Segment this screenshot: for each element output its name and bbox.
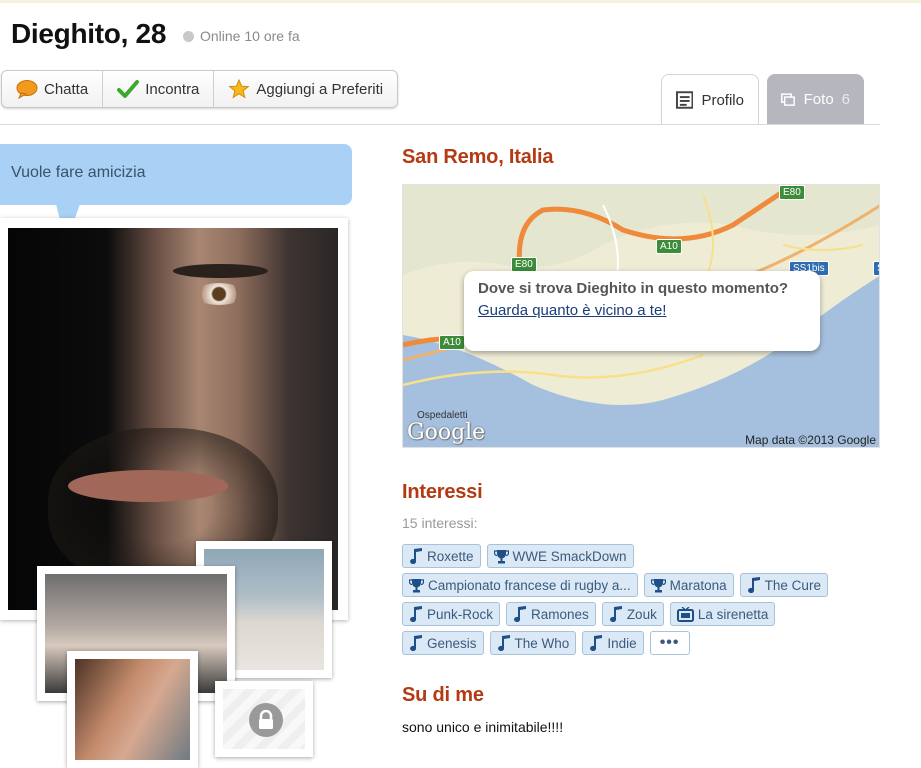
more-interests-button[interactable]: ••• (649, 631, 690, 655)
locked-photo-thumbnail[interactable] (215, 681, 313, 757)
action-bar: Chatta Incontra Aggiungi a Preferiti (1, 70, 399, 108)
tab-photos-count: 6 (841, 91, 850, 108)
online-status-text: Online 10 ore fa (200, 28, 300, 44)
interest-tag[interactable]: Ramones (506, 602, 596, 626)
map-road-label: S (873, 261, 879, 276)
interest-tag-label: La sirenetta (697, 606, 769, 622)
tv-icon (676, 606, 694, 622)
map-road-label: E80 (511, 257, 537, 272)
add-favorites-button[interactable]: Aggiungi a Preferiti (214, 71, 397, 107)
about-heading: Su di me (402, 684, 484, 706)
interests-heading: Interessi (402, 481, 483, 503)
star-icon (228, 79, 251, 99)
music-note-icon (747, 577, 761, 593)
about-text: sono unico e inimitabile!!!! (402, 719, 564, 735)
interest-tag-label: Punk-Rock (427, 606, 494, 622)
top-border (0, 0, 921, 3)
interest-tag[interactable]: Indie (582, 631, 644, 655)
music-note-icon (513, 606, 527, 622)
interest-tag-label: Ramones (531, 606, 589, 622)
tab-profile[interactable]: Profilo (661, 74, 759, 125)
map-road-label: A10 (656, 239, 682, 254)
profile-card-icon (676, 91, 694, 109)
music-note-icon (409, 635, 423, 651)
intent-text: Vuole fare amicizia (11, 164, 146, 181)
photo-detail (68, 470, 228, 502)
interest-row: Roxette WWE SmackDown (402, 544, 877, 568)
trophy-icon (493, 549, 509, 564)
add-favorites-label: Aggiungi a Preferiti (256, 80, 384, 98)
tab-profile-label: Profilo (701, 91, 744, 109)
interest-tag[interactable]: Roxette (402, 544, 481, 568)
trophy-icon (650, 578, 666, 593)
interest-tag-label: Roxette (427, 548, 474, 564)
interest-tag-label: Maratona (669, 577, 727, 593)
page-title: Dieghito, 28 (11, 18, 167, 49)
location-heading: San Remo, Italia (402, 146, 554, 168)
interest-tag[interactable]: The Cure (739, 573, 828, 597)
interest-tag[interactable]: Zouk (601, 602, 664, 626)
thumbnail-image (223, 689, 305, 749)
map-info-popup: Dove si trova Dieghito in questo momento… (464, 271, 820, 351)
meet-button[interactable]: Incontra (103, 71, 215, 107)
music-note-icon (609, 606, 623, 622)
interest-tag[interactable]: Maratona (643, 573, 734, 597)
interest-tag[interactable]: Punk-Rock (402, 602, 501, 626)
map-road-label: E80 (779, 185, 805, 200)
interests-list: Roxette WWE SmackDown Campionato francese … (402, 544, 877, 660)
interest-tag-label: The Cure (764, 577, 821, 593)
interest-tag-label: Indie (607, 635, 637, 651)
chat-bubble-icon (16, 80, 38, 99)
map-popup-question: Dove si trova Dieghito in questo momento… (478, 280, 789, 297)
interest-row: Genesis The Who Indie ••• (402, 631, 877, 655)
photos-icon (781, 92, 795, 106)
music-note-icon (497, 635, 511, 651)
tab-photos[interactable]: Foto 6 (767, 74, 864, 125)
online-status: Online 10 ore fa (183, 28, 300, 44)
interest-tag[interactable]: Campionato francese di rugby a... (402, 573, 638, 597)
map-copyright: Map data ©2013 Google (745, 433, 876, 447)
interest-tag-label: Campionato francese di rugby a... (428, 577, 631, 593)
photo-detail (193, 283, 245, 305)
music-note-icon (589, 635, 603, 651)
music-note-icon (409, 606, 423, 622)
trophy-icon (409, 578, 424, 593)
map-road-label: A10 (439, 335, 465, 350)
interest-tag[interactable]: Genesis (402, 631, 484, 655)
interest-row: Campionato francese di rugby a... Maraton… (402, 573, 877, 597)
interest-tag-label: WWE SmackDown (512, 548, 627, 564)
checkmark-icon (117, 80, 140, 98)
interest-tag-label: The Who (514, 635, 570, 651)
intent-bubble: Vuole fare amicizia (0, 144, 352, 205)
location-map[interactable]: E80 A10 SS1bis Ospedaletti E80 A10 S Dov… (402, 184, 880, 448)
map-provider-logo: Google (407, 420, 486, 445)
tab-divider (0, 124, 880, 125)
lock-icon (249, 703, 283, 737)
interests-count: 15 interessi: (402, 515, 478, 531)
map-popup-link[interactable]: Guarda quanto è vicino a te! (478, 300, 806, 322)
interest-tag-label: Zouk (626, 606, 657, 622)
interest-tag[interactable]: The Who (489, 631, 577, 655)
chat-button[interactable]: Chatta (2, 71, 104, 107)
photo-detail (173, 264, 268, 278)
interest-tag-label: Genesis (427, 635, 477, 651)
music-note-icon (409, 548, 423, 564)
interest-row: Punk-Rock Ramones Zouk La sirenetta (402, 602, 877, 626)
interest-tag[interactable]: La sirenetta (669, 602, 776, 626)
thumbnail-image (75, 659, 190, 760)
interest-tag[interactable]: WWE SmackDown (486, 544, 634, 568)
chat-button-label: Chatta (44, 80, 89, 98)
meet-button-label: Incontra (145, 80, 200, 98)
status-dot-icon (183, 30, 194, 42)
tab-photos-label: Foto (803, 91, 834, 108)
photo-thumbnail[interactable] (67, 651, 198, 768)
